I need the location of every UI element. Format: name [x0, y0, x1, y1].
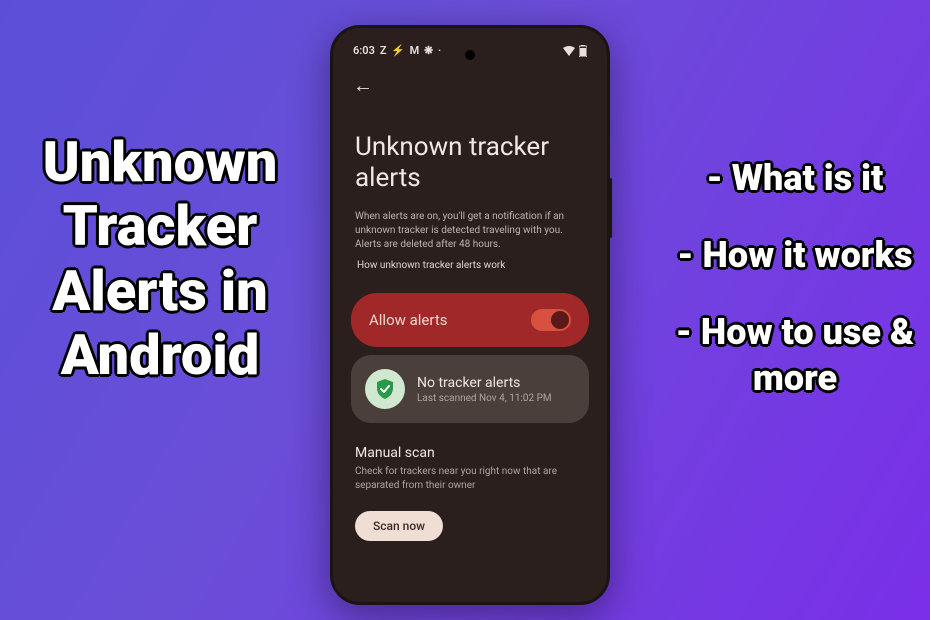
- shield-badge: [365, 369, 405, 409]
- promo-left-title: Unknown Tracker Alerts in Android: [0, 130, 320, 388]
- bullet-item: - How to use & more: [650, 309, 930, 403]
- back-button[interactable]: ←: [353, 73, 373, 98]
- page-description: When alerts are on, you'll get a notific…: [339, 206, 601, 256]
- bullet-item: - What is it: [650, 155, 930, 202]
- scan-now-button[interactable]: Scan now: [355, 511, 443, 541]
- manual-scan-section: Manual scan Check for trackers near you …: [339, 431, 601, 501]
- phone-screen: 6:03 Z ⚡ M ❋ · ← Unknown tracker alerts …: [339, 38, 601, 592]
- tracker-status-card[interactable]: No tracker alerts Last scanned Nov 4, 11…: [351, 355, 589, 423]
- how-it-works-link[interactable]: How unknown tracker alerts work: [339, 256, 601, 285]
- allow-alerts-card: Allow alerts: [351, 293, 589, 347]
- shield-check-icon: [373, 377, 397, 401]
- page-title: Unknown tracker alerts: [339, 104, 601, 206]
- promo-right-list: - What is it - How it works - How to use…: [650, 155, 930, 432]
- status-time: 6:03: [353, 44, 375, 57]
- bullet-item: - How it works: [650, 232, 930, 279]
- battery-icon: [579, 45, 587, 57]
- camera-punch-hole: [465, 50, 475, 60]
- power-button: [609, 178, 612, 238]
- phone-mockup: 6:03 Z ⚡ M ❋ · ← Unknown tracker alerts …: [330, 25, 610, 605]
- tracker-status-title: No tracker alerts: [417, 375, 552, 391]
- toggle-knob: [551, 311, 569, 329]
- wifi-icon: [563, 46, 575, 56]
- tracker-status-subtitle: Last scanned Nov 4, 11:02 PM: [417, 393, 552, 404]
- allow-alerts-label: Allow alerts: [369, 311, 448, 329]
- manual-scan-title: Manual scan: [355, 445, 585, 461]
- manual-scan-description: Check for trackers near you right now th…: [355, 465, 585, 493]
- status-indicators: Z ⚡ M ❋ ·: [380, 44, 442, 57]
- allow-alerts-toggle[interactable]: [531, 309, 571, 331]
